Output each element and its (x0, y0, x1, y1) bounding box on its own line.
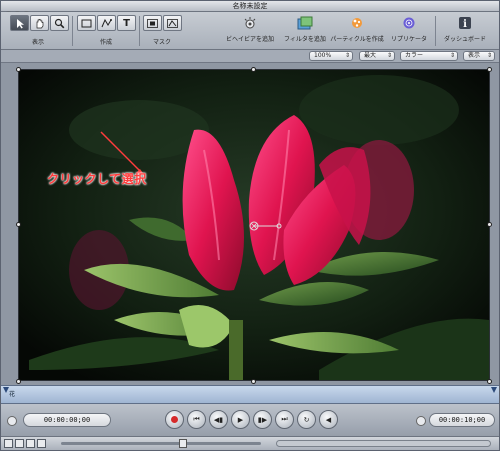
skip-end-icon: ⏭ (281, 415, 288, 423)
record-button[interactable] (165, 410, 184, 429)
mask-bezier-icon[interactable] (163, 15, 182, 31)
previous-frame-button[interactable]: ◀▮ (209, 410, 228, 429)
duration-timecode-field[interactable]: 00:00:10;00 (429, 413, 495, 427)
replicator-label: リプリケータ (390, 36, 427, 43)
zoom-slider-track[interactable] (61, 442, 261, 445)
title-bar: 名称未設定 (1, 1, 499, 18)
text-tool-icon[interactable]: T (117, 15, 136, 31)
step-back-icon: ◀▮ (213, 415, 224, 424)
keyframe-icon[interactable] (26, 439, 35, 448)
transport-controls: 00:00:00;00 ⏮ ◀▮ ▶ ▮▶ ⏭ ↻ ◀ 00:00:10;00 (1, 404, 499, 436)
particle-icon (348, 15, 366, 31)
toolbar-divider (435, 16, 436, 46)
go-to-end-button[interactable]: ⏭ (275, 410, 294, 429)
chevron-updown-icon: ⇕ (486, 52, 492, 59)
toolbar-divider (72, 16, 73, 46)
chevron-updown-icon: ⇕ (386, 52, 392, 59)
motion-window: 名称未設定 表示 T 作成 マスク ビヘイビアを追加 フィルタを追加 パーティク… (0, 0, 500, 451)
audio-layer-icon[interactable] (37, 439, 46, 448)
chevron-updown-icon: ⇕ (344, 52, 350, 59)
horizontal-scrollbar[interactable] (276, 440, 491, 447)
mini-timeline[interactable]: 花 (1, 385, 499, 404)
selection-handle[interactable] (251, 379, 256, 384)
dashboard-label: ダッシュボード (443, 36, 486, 43)
duration-toggle-icon[interactable] (416, 416, 426, 426)
click-to-select-annotation: クリックして選択 (47, 172, 147, 186)
loop-button[interactable]: ↻ (297, 410, 316, 429)
layers-icon[interactable] (15, 439, 24, 448)
skip-start-icon: ⏮ (193, 415, 200, 423)
zoom-select[interactable]: 100% ⇕ (309, 51, 353, 61)
info-icon: i (456, 15, 474, 31)
replicator-button[interactable]: リプリケータ (387, 15, 431, 43)
dashboard-button[interactable]: i ダッシュボード (439, 15, 491, 43)
speaker-icon: ◀ (325, 415, 332, 424)
quality-value: 最大 (364, 52, 377, 59)
view-group-label: 表示 (31, 39, 44, 46)
mask-tools (143, 15, 182, 32)
zoom-magnifier-icon[interactable] (50, 15, 69, 31)
hand-icon[interactable] (30, 15, 49, 31)
create-tools: T (77, 15, 136, 32)
view-select[interactable]: 表示 ⇕ (463, 51, 495, 61)
bezier-pen-icon[interactable] (97, 15, 116, 31)
filter-icon (296, 15, 314, 31)
zoom-value: 100% (314, 52, 332, 59)
selection-handle[interactable] (487, 222, 492, 227)
panel-toggle-icon[interactable] (4, 439, 13, 448)
select-arrow-icon[interactable] (10, 15, 29, 31)
audio-button[interactable]: ◀ (319, 410, 338, 429)
replicator-icon (400, 15, 418, 31)
add-behavior-button[interactable]: ビヘイビアを追加 (221, 15, 279, 43)
selection-handle[interactable] (16, 222, 21, 227)
record-icon (171, 416, 178, 423)
add-filter-label: フィルタを追加 (284, 36, 326, 43)
next-frame-button[interactable]: ▮▶ (253, 410, 272, 429)
azalea-bud-image[interactable] (18, 69, 490, 381)
go-to-start-button[interactable]: ⏮ (187, 410, 206, 429)
selection-handle[interactable] (251, 67, 256, 72)
view-value: 表示 (468, 52, 481, 59)
toolbar: 表示 T 作成 マスク ビヘイビアを追加 フィルタを追加 パーティクルを作成 リ… (1, 12, 499, 50)
loop-icon: ↻ (303, 415, 310, 424)
window-title: 名称未設定 (232, 2, 268, 10)
mask-group-label: マスク (152, 39, 171, 46)
add-filter-button[interactable]: フィルタを追加 (282, 15, 328, 43)
play-icon: ▶ (237, 415, 244, 424)
selection-handle[interactable] (487, 67, 492, 72)
zoom-slider-thumb[interactable] (179, 439, 187, 448)
create-group-label: 作成 (99, 39, 112, 46)
selection-handle[interactable] (16, 67, 21, 72)
view-tools (10, 15, 69, 32)
toolbar-divider (139, 16, 140, 46)
add-behavior-label: ビヘイビアを追加 (225, 36, 274, 43)
quality-select[interactable]: 最大 ⇕ (359, 51, 395, 61)
current-timecode-field[interactable]: 00:00:00;00 (23, 413, 111, 427)
rectangle-icon[interactable] (77, 15, 96, 31)
canvas-area: クリックして選択 (1, 63, 499, 385)
out-point-marker-icon[interactable] (491, 387, 497, 393)
gear-sparkle-icon (241, 15, 259, 31)
channel-value: カラー (405, 52, 424, 59)
canvas-options-bar: 100% ⇕ 最大 ⇕ カラー ⇕ 表示 ⇕ (1, 50, 499, 63)
make-particles-label: パーティクルを作成 (330, 36, 384, 43)
selection-handle[interactable] (487, 379, 492, 384)
bottom-status-bar (1, 436, 499, 450)
chevron-updown-icon: ⇕ (449, 52, 455, 59)
play-button[interactable]: ▶ (231, 410, 250, 429)
mask-rectangle-icon[interactable] (143, 15, 162, 31)
step-forward-icon: ▮▶ (257, 415, 268, 424)
channel-select[interactable]: カラー ⇕ (400, 51, 458, 61)
make-particles-button[interactable]: パーティクルを作成 (329, 15, 385, 43)
svg-text:i: i (463, 19, 467, 30)
timecode-toggle-icon[interactable] (7, 416, 17, 426)
selection-handle[interactable] (16, 379, 21, 384)
layer-name-label: 花 (9, 391, 16, 398)
